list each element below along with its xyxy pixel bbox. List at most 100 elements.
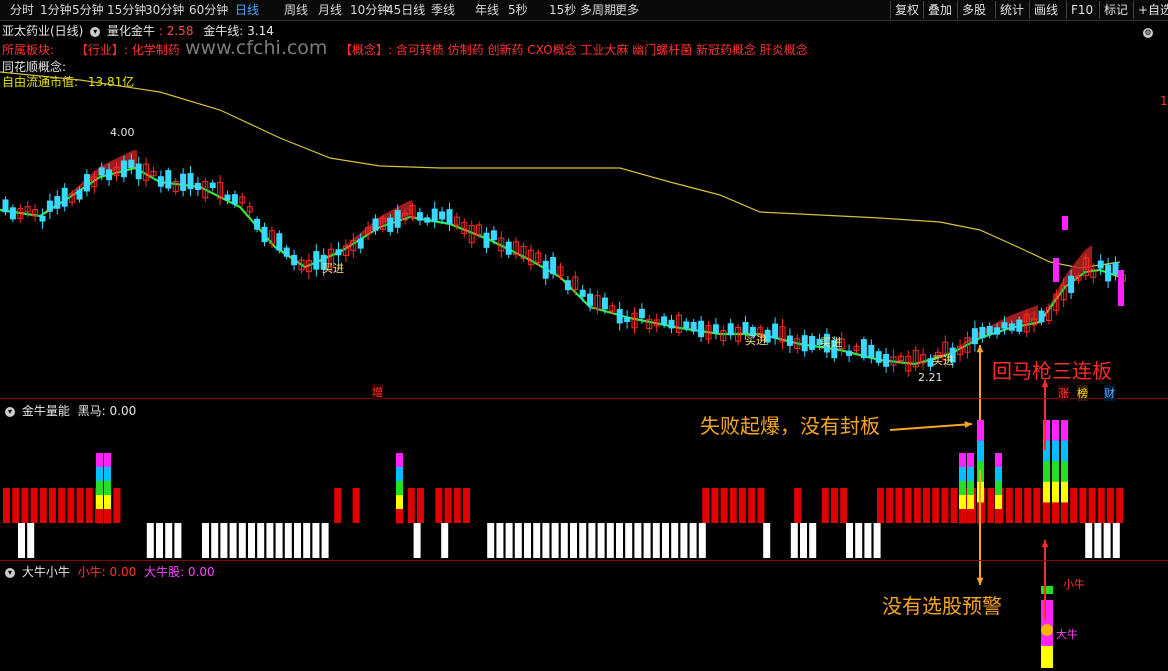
failed-breakout-annotation: 失败起爆，没有封板 xyxy=(700,414,880,438)
failed-arrow-right xyxy=(889,423,973,431)
vol-red-bar xyxy=(67,488,75,523)
vol-white-bar xyxy=(266,523,274,558)
vol-color-stack xyxy=(995,467,1002,482)
bang-badge[interactable]: 榜 xyxy=(1077,385,1088,401)
big-bull-dot xyxy=(1041,624,1053,636)
vol-red-bar xyxy=(463,488,470,523)
candle-body xyxy=(1105,264,1112,282)
vol-panel-title[interactable]: 金牛量能 xyxy=(22,404,70,418)
vol-white-bar xyxy=(165,523,173,558)
vol-red-bar xyxy=(352,488,360,523)
no-alert-annotation: 没有选股预警 xyxy=(882,594,1002,618)
vol-red-bar xyxy=(1097,488,1105,523)
vol-color-stack xyxy=(977,440,984,462)
candle-body xyxy=(209,182,216,189)
candle-body xyxy=(986,326,993,335)
candle-body xyxy=(416,212,423,221)
candle-body xyxy=(979,327,986,339)
cai-badge[interactable]: 财 xyxy=(1104,385,1115,401)
vol-white-bar xyxy=(211,523,219,558)
vol-white-bar xyxy=(809,523,817,558)
bull-bar xyxy=(1041,646,1053,668)
vol-red-bar xyxy=(711,488,719,523)
vol-color-stack xyxy=(104,481,111,496)
vol-white-bar xyxy=(27,523,35,558)
limit-up-candle xyxy=(1053,258,1059,282)
panel-divider xyxy=(0,398,1168,399)
candle-body xyxy=(579,289,586,297)
candle-body xyxy=(187,173,194,190)
candle-body xyxy=(994,327,1001,335)
no-alert-arrow-head xyxy=(976,577,984,585)
vol-white-bar xyxy=(18,523,25,558)
candle-body xyxy=(2,199,9,213)
vol-red-bar xyxy=(720,488,728,523)
vol-white-bar xyxy=(588,523,596,558)
vol-white-bar xyxy=(229,523,237,558)
vol-white-bar xyxy=(1112,523,1120,558)
vol-color-stack xyxy=(96,453,103,468)
vol-red-bar xyxy=(831,488,838,523)
vol-white-bar xyxy=(275,523,283,558)
candle-body xyxy=(801,335,808,352)
vol-color-stack xyxy=(104,509,111,524)
vol-white-bar xyxy=(625,523,633,558)
vol-white-bar xyxy=(570,523,577,558)
vol-color-stack xyxy=(1052,440,1059,462)
candle-body xyxy=(1016,319,1023,332)
candle-body xyxy=(98,167,105,176)
vol-color-stack xyxy=(1061,502,1068,524)
vol-color-stack xyxy=(1052,502,1059,524)
vol-red-bar xyxy=(941,488,949,523)
vol-white-bar xyxy=(514,523,522,558)
candle-body xyxy=(483,232,490,248)
candle-body xyxy=(587,293,594,306)
buy-signal-label: 买进 xyxy=(745,334,767,347)
zhang-badge[interactable]: 涨 xyxy=(1058,385,1069,401)
small-bull-marker: 小牛 xyxy=(1063,578,1085,591)
vol-red-bar xyxy=(748,488,756,523)
vol-dropdown-icon[interactable]: ▾ xyxy=(5,406,15,417)
buy-signal-label: 买进 xyxy=(820,336,842,349)
candle-body xyxy=(712,324,719,333)
candle-body xyxy=(742,321,749,334)
vol-white-bar xyxy=(671,523,679,558)
vol-color-stack xyxy=(96,467,103,482)
bull-arrow-up-head xyxy=(1041,540,1049,548)
candle-body xyxy=(335,249,342,256)
vol-red-bar xyxy=(1024,488,1032,523)
vol-color-stack xyxy=(967,481,974,496)
vol-red-bar xyxy=(76,488,84,523)
candle-body xyxy=(276,233,283,251)
candle-body xyxy=(868,344,875,358)
candle-body xyxy=(224,194,231,201)
candle-body xyxy=(616,309,623,324)
zeng-badge: 增 xyxy=(372,384,383,400)
vol-red-bar xyxy=(334,488,342,523)
candle-body xyxy=(668,319,675,329)
candle-body xyxy=(1097,260,1104,269)
vol-red-bar xyxy=(85,488,93,523)
vol-white-bar xyxy=(413,523,421,558)
vol-white-bar xyxy=(560,523,568,558)
vol-panel-header: ▾ 金牛量能 黑马: 0.00 xyxy=(2,402,136,419)
failed-arrow-right-head xyxy=(964,421,972,428)
candle-body xyxy=(564,280,571,291)
vol-white-bar xyxy=(800,523,807,558)
vol-white-bar xyxy=(248,523,255,558)
candle-body xyxy=(39,215,46,222)
candle-body xyxy=(165,170,172,189)
vol-white-bar xyxy=(551,523,559,558)
bull-dropdown-icon[interactable]: ▾ xyxy=(5,567,15,578)
vol-color-stack xyxy=(1061,481,1068,503)
failed-arrow-up-head xyxy=(976,345,984,353)
vol-white-bar xyxy=(533,523,541,558)
candle-body xyxy=(1112,262,1119,275)
bull-panel-title[interactable]: 大牛小牛 xyxy=(22,565,70,579)
vol-white-bar xyxy=(294,523,301,558)
candle-body xyxy=(809,336,816,350)
vol-white-bar xyxy=(606,523,614,558)
candle-body xyxy=(638,308,645,319)
vol-red-bar xyxy=(453,488,461,523)
vol-white-bar xyxy=(505,523,513,558)
